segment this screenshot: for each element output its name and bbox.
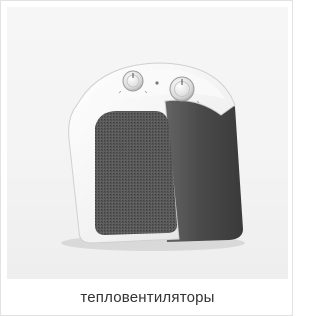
fan-heater-illustration: Electrolux [61, 62, 245, 251]
product-image[interactable]: Electrolux [7, 7, 288, 279]
indicator-light [155, 81, 159, 85]
front-grille [95, 111, 177, 235]
product-card[interactable]: Electrolux тепловентиляторы [0, 0, 293, 316]
brand-logo: Electrolux [117, 133, 123, 157]
right-knob [169, 76, 195, 102]
left-knob [122, 70, 144, 92]
product-caption[interactable]: тепловентиляторы [1, 289, 294, 311]
